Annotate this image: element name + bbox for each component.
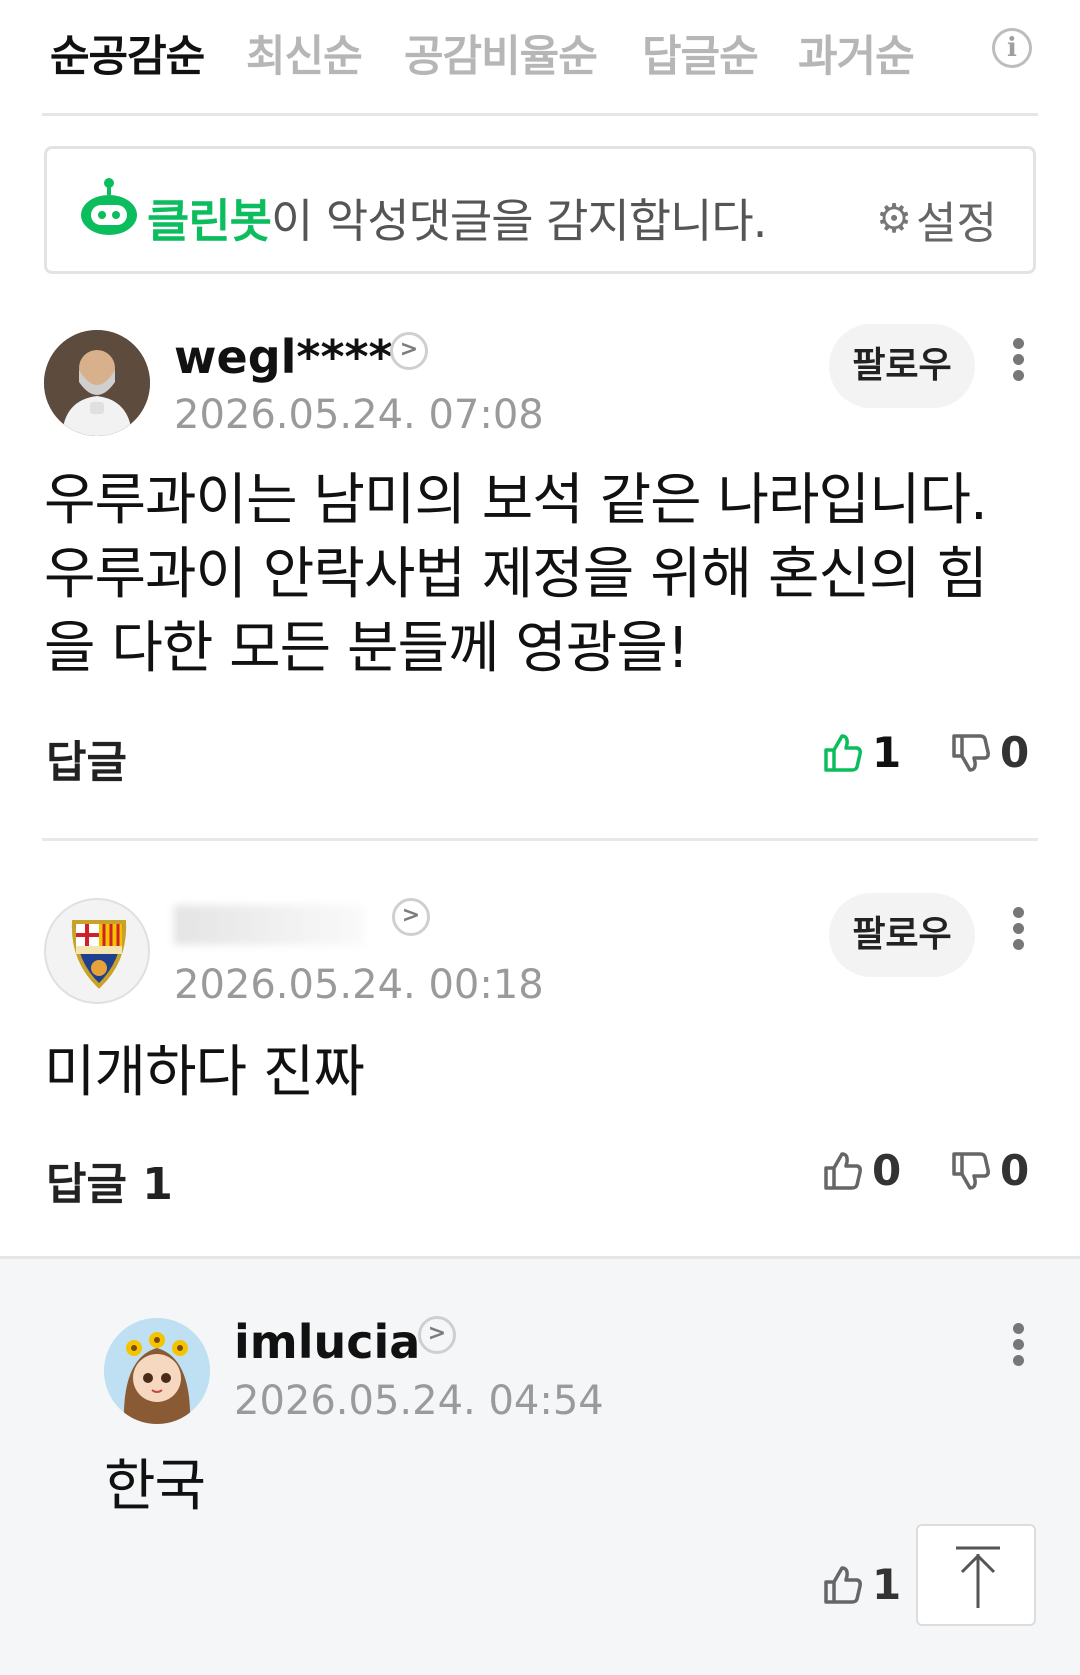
reply-button[interactable]: 답글 [46,726,127,790]
avatar-crest-image [71,920,127,989]
like-count: 0 [872,1146,902,1195]
reply-datetime: 2026.05.24. 04:54 [234,1378,604,1424]
sort-tabs: 순공감순 최신순 공감비율순 답글순 과거순 i [42,0,1038,116]
like-button[interactable]: 0 [822,1146,901,1195]
gear-icon: ⚙ [876,196,913,242]
cleanbot-banner: 클린봇이 악성댓글을 감지합니다. ⚙ 설정 [44,146,1036,274]
more-vert-icon[interactable] [1003,1318,1033,1378]
avatar-illustration-image [104,1318,210,1424]
cleanbot-message: 클린봇이 악성댓글을 감지합니다. [147,185,767,251]
tab-sympathy[interactable]: 순공감순 [50,22,205,84]
comment-divider [42,838,1038,841]
like-count: 1 [872,1560,902,1609]
comment-datetime: 2026.05.24. 07:08 [174,392,544,438]
avatar-doctor-image [44,330,150,436]
avatar[interactable] [44,330,150,436]
more-vert-icon[interactable] [1003,333,1033,393]
tab-sympathy-ratio[interactable]: 공감비율순 [404,22,598,84]
thumbs-down-icon [952,733,990,772]
reply-button[interactable]: 답글 1 [46,1148,173,1212]
dislike-count: 0 [1000,1146,1030,1195]
thumbs-up-icon [824,733,862,772]
like-count: 1 [872,728,902,777]
blurred-username[interactable] [174,905,364,945]
tab-oldest[interactable]: 과거순 [798,22,915,84]
follow-button[interactable]: 팔로우 [829,893,975,977]
thumbs-down-icon [952,1151,990,1190]
avatar[interactable] [44,898,150,1004]
tab-latest[interactable]: 최신순 [246,22,363,84]
cleanbot-message-text: 이 악성댓글을 감지합니다. [270,194,767,248]
dislike-button[interactable]: 0 [950,728,1029,777]
comment-text: 미개하다 진짜 [44,1040,365,1105]
comment-datetime: 2026.05.24. 00:18 [174,962,544,1008]
thumbs-up-icon [824,1565,862,1604]
settings-label: 설정 [916,198,997,249]
cleanbot-icon [81,178,137,235]
reply-text: 한국 [104,1454,206,1519]
like-button[interactable]: 1 [822,728,901,777]
like-button[interactable]: 1 [822,1560,901,1609]
avatar[interactable] [104,1318,210,1424]
info-icon[interactable]: i [992,28,1032,68]
dislike-button[interactable]: 0 [950,1146,1029,1195]
chevron-right-icon[interactable]: > [390,332,428,370]
tab-replies[interactable]: 답글순 [642,22,759,84]
thumbs-up-icon [824,1151,862,1190]
arrow-up-icon [956,1546,1000,1608]
cleanbot-settings-button[interactable]: ⚙ 설정 [876,187,997,251]
follow-button[interactable]: 팔로우 [829,324,975,408]
username[interactable]: imlucia [234,1315,420,1369]
more-vert-icon[interactable] [1003,902,1033,962]
chevron-right-icon[interactable]: > [392,898,430,936]
chevron-right-icon[interactable]: > [418,1316,456,1354]
cleanbot-name: 클린봇 [147,194,272,248]
username[interactable]: wegl**** [174,330,393,384]
dislike-count: 0 [1000,728,1030,777]
comment-text: 우루과이는 남미의 보석 같은 나라입니다. 우루과이 안락사법 제정을 위해 … [44,468,988,681]
scroll-to-top-button[interactable] [916,1524,1036,1626]
